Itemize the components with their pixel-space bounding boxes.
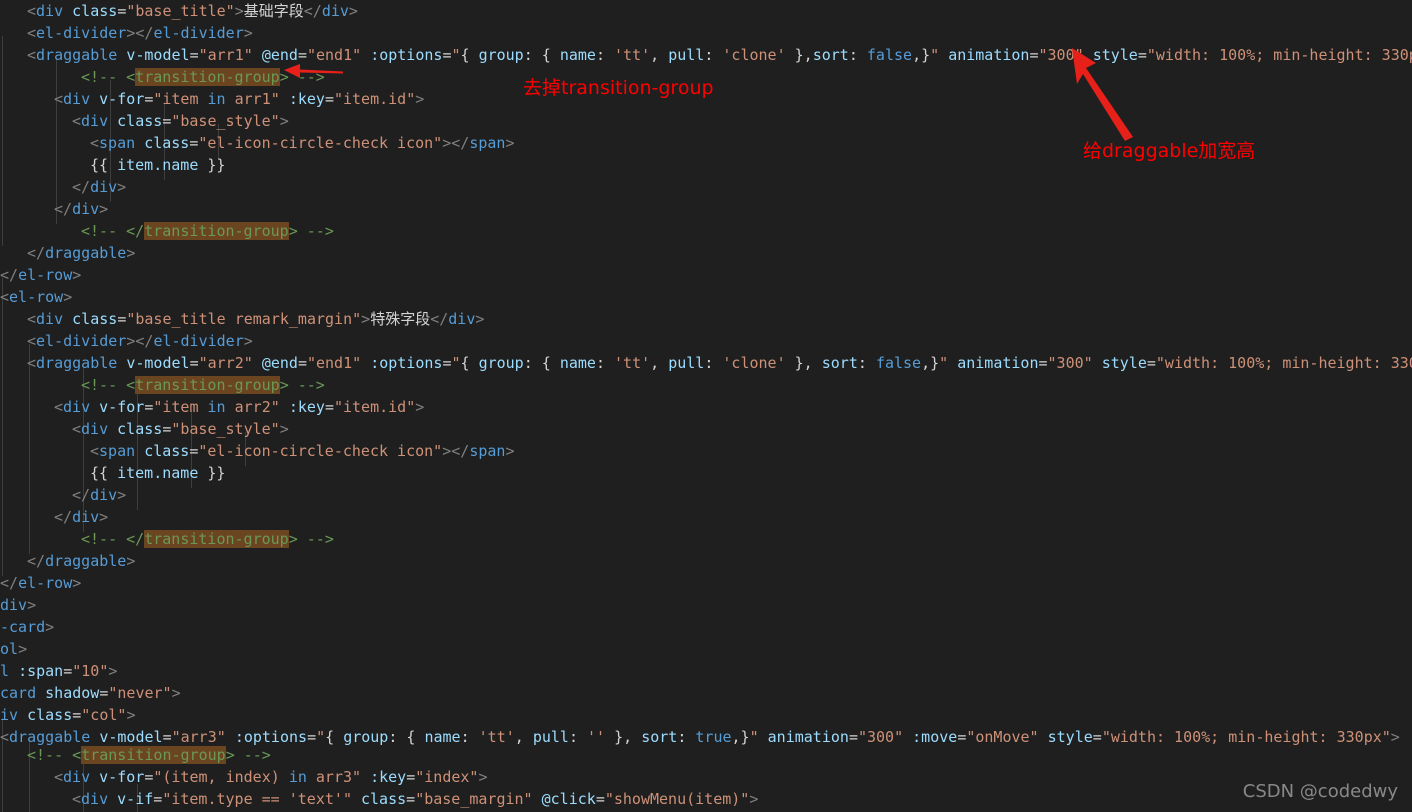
code-line: <!-- </transition-group> --> <box>81 530 334 548</box>
code-line: <div v-for="(item, index) in arr3" :key=… <box>54 768 488 786</box>
code-line: <div v-for="item in arr1" :key="item.id"… <box>54 90 425 108</box>
code-line: <el-divider></el-divider> <box>27 24 253 42</box>
code-line: {{ item.name }} <box>90 156 226 174</box>
code-line: <el-divider></el-divider> <box>27 332 253 350</box>
code-line: <div v-if="item.type == 'text'" class="b… <box>72 790 759 808</box>
code-line: iv class="col"> <box>0 706 136 724</box>
code-line: l :span="10"> <box>0 662 118 680</box>
code-editor-content[interactable]: <div class="base_title">基础字段</div> <el-d… <box>0 0 1412 812</box>
csdn-watermark: CSDN @codedwy <box>1242 781 1398 802</box>
code-line: </div> <box>72 178 127 196</box>
code-line: </el-row> <box>0 266 82 284</box>
annotation-remove-transition-group-label: 去掉transition-group <box>523 77 714 99</box>
code-line: ol> <box>0 640 28 658</box>
code-line: </el-row> <box>0 574 82 592</box>
code-line: card shadow="never"> <box>0 684 181 702</box>
code-line: <div class="base_title">基础字段</div> <box>27 2 358 20</box>
code-line: </div> <box>72 486 127 504</box>
code-line: <span class="el-icon-circle-check icon">… <box>90 134 515 152</box>
code-line: </div> <box>54 508 109 526</box>
code-line: {{ item.name }} <box>90 464 226 482</box>
code-line: <draggable v-model="arr2" @end="end1" :o… <box>27 354 1412 372</box>
code-line: <draggable v-model="arr1" @end="end1" :o… <box>27 46 1412 64</box>
code-line: <div class="base_style"> <box>72 420 289 438</box>
code-line: <div class="base_style"> <box>72 112 289 130</box>
code-line: </draggable> <box>27 552 136 570</box>
code-line: -card> <box>0 618 55 636</box>
code-line: <!-- <transition-group> --> <box>81 376 325 394</box>
code-line: <!-- <transition-group> --> <box>81 68 325 86</box>
code-line: </draggable> <box>27 244 136 262</box>
annotation-add-width-height-label: 给draggable加宽高 <box>1083 140 1256 162</box>
code-line: </div> <box>54 200 109 218</box>
code-line: <!-- <transition-group> --> <box>27 746 271 764</box>
code-line: <!-- </transition-group> --> <box>81 222 334 240</box>
code-line: div> <box>0 596 37 614</box>
code-line: <span class="el-icon-circle-check icon">… <box>90 442 515 460</box>
code-screenshot: <div class="base_title">基础字段</div> <el-d… <box>0 0 1412 812</box>
code-line: <div v-for="item in arr2" :key="item.id"… <box>54 398 425 416</box>
code-line: <el-row> <box>0 288 73 306</box>
code-line: <div class="base_title remark_margin">特殊… <box>27 310 485 328</box>
